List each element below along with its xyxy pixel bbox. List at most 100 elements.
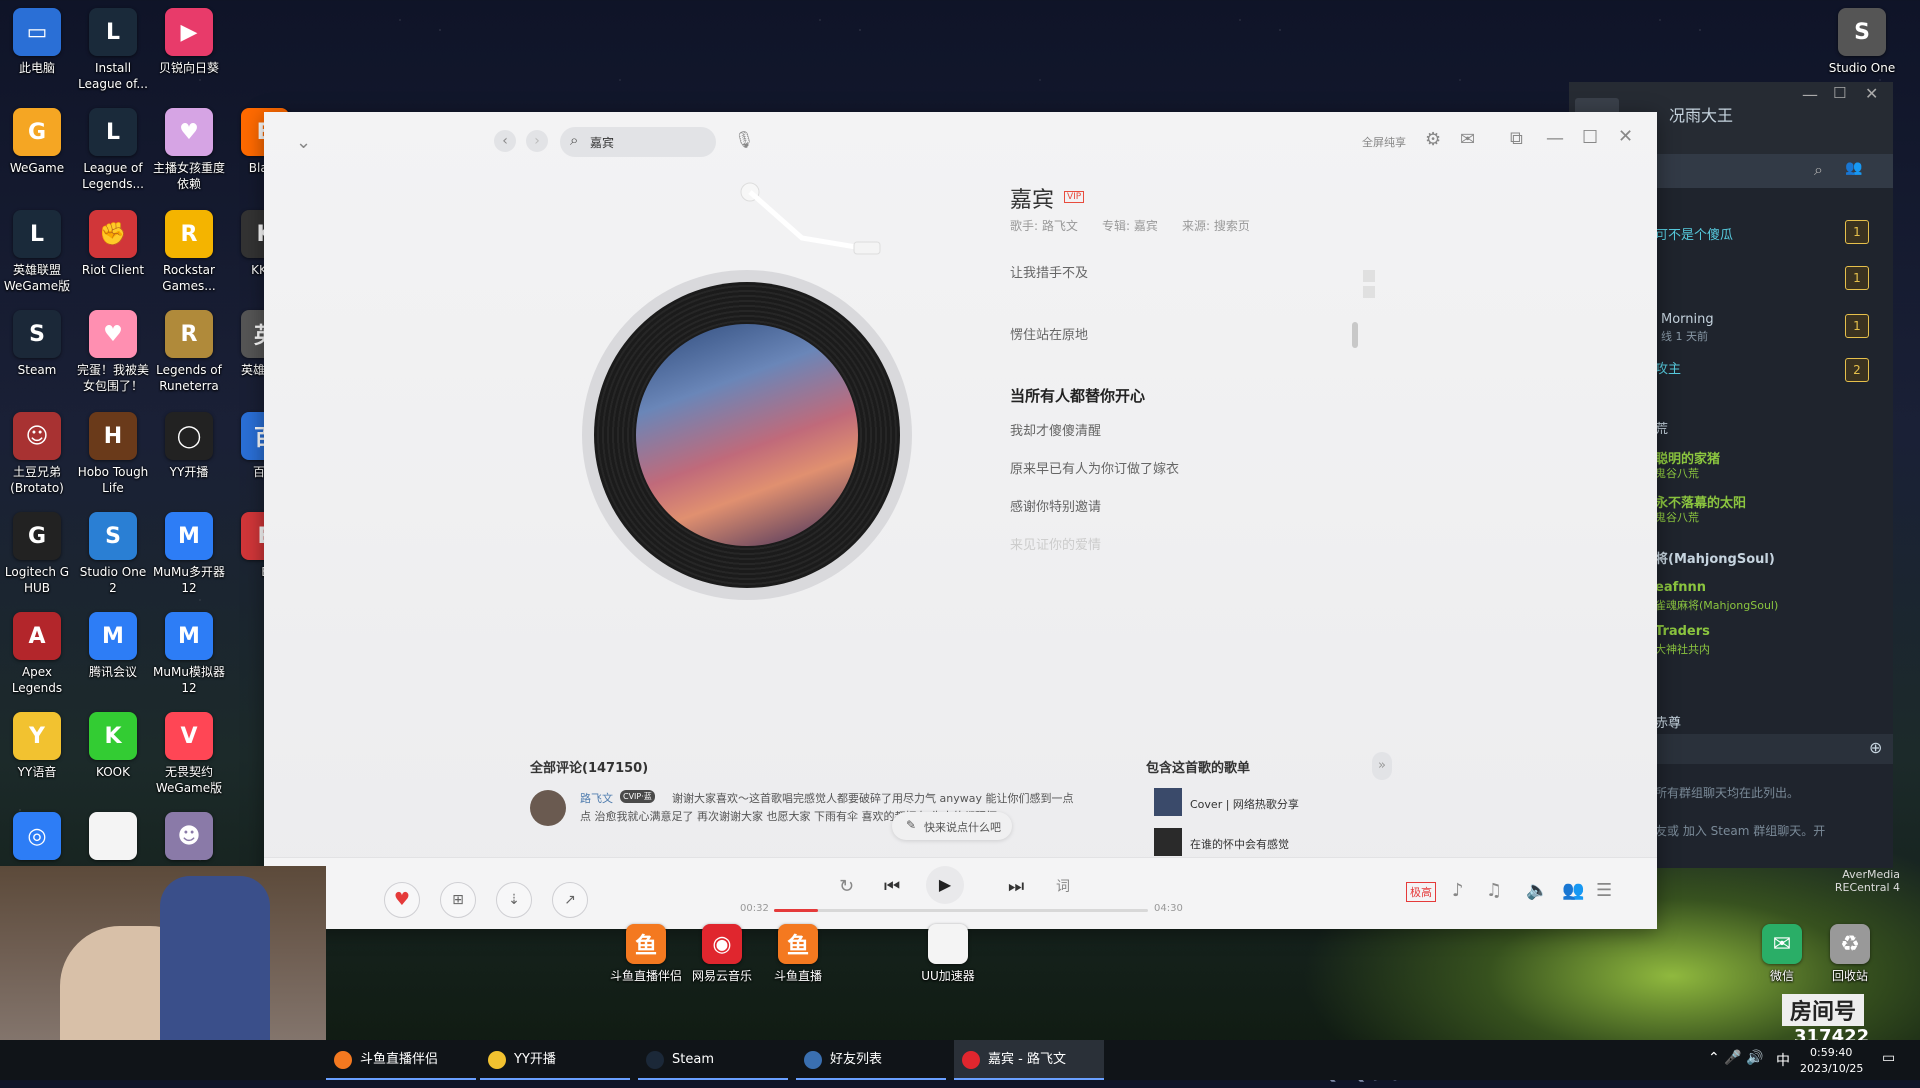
song-singer[interactable]: 歌手: 路飞文 [1010,217,1078,234]
group-header[interactable]: 赤尊 [1655,712,1681,731]
desktop-icon[interactable]: ♻ 回收站 [1812,924,1888,984]
group-header[interactable]: 将(MahjongSoul) [1655,548,1775,567]
minimize-button[interactable]: — [1546,128,1564,149]
desktop-icon[interactable]: 鱼斗鱼直播 [760,924,836,984]
desktop-icon[interactable]: UU加速器 [910,924,986,984]
desktop-icon[interactable]: G Logitech G HUB [0,512,75,596]
desktop-icon[interactable]: H Hobo Tough Life [75,412,151,496]
share-button[interactable]: ↗ [552,882,588,918]
avatar[interactable] [530,790,566,826]
lyric-line[interactable]: 来见证你的爱情 [1010,534,1101,553]
desktop-icon[interactable]: M 腾讯会议 [75,612,151,680]
taskbar-item[interactable]: 斗鱼直播伴侣 [326,1040,476,1080]
lyrics-scrollbar[interactable] [1352,322,1358,348]
desktop-icon[interactable]: ✉ 微信 [1744,924,1820,984]
desktop-icon[interactable]: K KOOK [75,712,151,780]
maximize-button[interactable]: ☐ [1582,127,1598,148]
friends-icon[interactable]: 👥 [1562,880,1584,901]
write-comment-button[interactable]: ✎ 快来说点什么吧 [892,812,1012,840]
sound-effect-icon[interactable]: ♪ [1452,880,1464,901]
steam-user-name[interactable]: 况雨大王 [1669,102,1733,126]
lyric-current-line[interactable]: 当所有人都替你开心 [1010,385,1145,406]
back-button[interactable]: ‹ [494,130,516,152]
forward-button[interactable]: › [526,130,548,152]
notification-icon[interactable]: ▭ [1882,1050,1895,1066]
mail-icon[interactable]: ✉ [1460,129,1475,150]
previous-icon[interactable]: ⏮ [884,876,900,897]
next-icon[interactable]: ⏭ [1008,876,1024,897]
lyrics-scroll-up[interactable] [1363,270,1375,282]
desktop-icon[interactable]: ▶ 贝锐向日葵 [151,8,227,76]
song-album[interactable]: 专辑: 嘉宾 [1102,217,1158,234]
desktop-icon[interactable]: V 无畏契约WeGame版 [151,712,227,796]
lyric-line[interactable]: 让我措手不及 [1010,262,1088,281]
taskbar-item[interactable]: YY开播 [480,1040,630,1080]
desktop-icon[interactable]: A Apex Legends [0,612,75,696]
lyric-line[interactable]: 愣住站在原地 [1010,324,1088,343]
desktop-icon[interactable]: ▭ 此电脑 [0,8,75,76]
desktop-icon[interactable]: S Steam [0,310,75,378]
ime-indicator[interactable]: 中 [1776,1050,1790,1070]
close-button[interactable]: ✕ [1618,126,1633,147]
desktop-icon[interactable]: M MuMu模拟器12 [151,612,227,696]
desktop-icon[interactable]: ◎ [0,812,75,864]
song-source[interactable]: 来源: 搜索页 [1182,217,1250,234]
desktop-icon[interactable]: ◯ YY开播 [151,412,227,480]
search-input[interactable]: ⌕ 嘉宾 [560,127,716,157]
settings-icon[interactable]: ⚙ [1425,129,1441,150]
playlist-queue-icon[interactable]: ☰ [1596,880,1612,901]
desktop-icon[interactable]: M MuMu多开器12 [151,512,227,596]
desktop-icon[interactable]: S Studio One 2 [75,512,151,596]
like-button[interactable]: ♥ [384,882,420,918]
desktop-icon[interactable] [75,812,151,864]
maximize-button[interactable]: ☐ [1833,84,1846,102]
group-name[interactable]: eafnnn [1655,580,1706,595]
comments-title[interactable]: 全部评论(147150) [530,757,648,776]
taskbar-item[interactable]: 好友列表 [796,1040,946,1080]
desktop-icon[interactable]: L Install League of... [75,8,151,92]
desktop-icon[interactable]: ♥ 完蛋！我被美女包围了！ [75,310,151,394]
clock-date[interactable]: 2023/10/25 [1800,1062,1863,1075]
play-button[interactable]: ▶ [926,866,964,904]
desktop-icon[interactable]: ✊ Riot Client [75,210,151,278]
group-chats-bar[interactable] [1655,734,1893,764]
microphone-icon[interactable]: 🎙 [734,130,754,149]
desktop-icon[interactable]: G WeGame [0,108,75,176]
desktop-icon[interactable]: R Legends of Runeterra [151,310,227,394]
add-friend-icon[interactable]: 👥 [1845,160,1862,176]
mini-mode-icon[interactable]: ⧉ [1510,128,1523,149]
clock-time[interactable]: 0:59:40 [1810,1046,1852,1059]
fullscreen-button[interactable]: 全屏纯享 [1362,134,1406,150]
search-icon[interactable]: ⌕ [1814,160,1823,180]
add-to-playlist-button[interactable]: ⊞ [440,882,476,918]
group-name[interactable]: Traders [1655,624,1710,639]
progress-bar[interactable] [774,909,1148,912]
desktop-icon[interactable]: ☺ 土豆兄弟 (Brotato) [0,412,75,496]
tray-icons[interactable]: ⌃ 🎤 🔊 [1708,1050,1764,1066]
volume-icon[interactable]: 🔈 [1526,880,1548,901]
desktop-icon[interactable]: R Rockstar Games... [151,210,227,294]
lyrics-scroll-down[interactable] [1363,286,1375,298]
desktop-icon[interactable]: 鱼斗鱼直播伴侣 [608,924,684,984]
repeat-icon[interactable]: ↻ [839,876,854,897]
desktop-icon[interactable]: ♥ 主播女孩重度依赖 [151,108,227,192]
lyric-line[interactable]: 感谢你特别邀请 [1010,496,1101,515]
taskbar-item[interactable]: Steam [638,1040,788,1080]
desktop-icon[interactable]: L League of Legends... [75,108,151,192]
quality-button[interactable]: 极高 [1406,882,1436,902]
close-button[interactable]: ✕ [1865,84,1878,103]
desktop-icon[interactable]: Y YY语音 [0,712,75,780]
listen-together-icon[interactable]: ♫ [1486,880,1502,901]
lyric-line[interactable]: 原来早已有人为你订做了嫁衣 [1010,458,1179,477]
desktop-icon[interactable]: L 英雄联盟WeGame版 [0,210,75,294]
add-group-chat-icon[interactable]: ⊕ [1869,738,1882,757]
minimize-button[interactable]: — [1802,85,1818,104]
taskbar-item[interactable]: 嘉宾 - 路飞文 [954,1040,1104,1080]
chevron-right-icon[interactable]: » [1372,752,1392,780]
lyrics-toggle[interactable]: 词 [1056,876,1070,896]
download-button[interactable]: ⇣ [496,882,532,918]
desktop-icon[interactable]: ☻ [151,812,227,864]
collapse-icon[interactable]: ⌄ [296,132,311,153]
lyric-line[interactable]: 我却才傻傻清醒 [1010,420,1101,439]
desktop-icon-studio-one[interactable]: S Studio One [1824,8,1900,76]
